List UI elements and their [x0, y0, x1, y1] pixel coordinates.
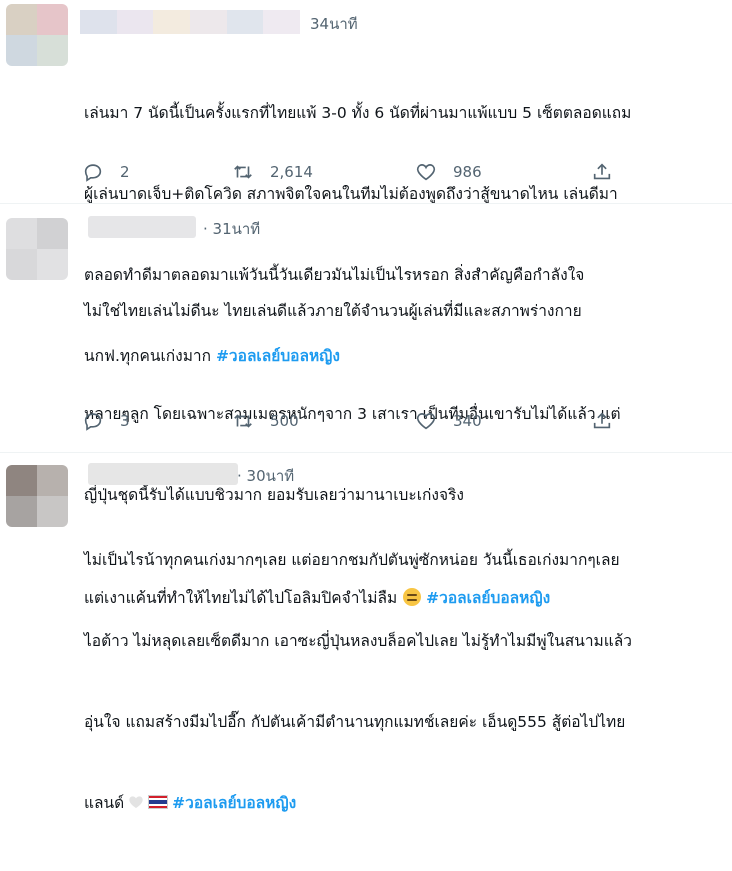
- tweet-timestamp[interactable]: · 31นาที: [203, 217, 260, 241]
- share-button[interactable]: [591, 161, 613, 183]
- tweet[interactable]: 34นาที เล่นมา 7 นัดนี้เป็นครั้งแรกที่ไทย…: [0, 0, 732, 365]
- retweet-button[interactable]: 500: [232, 410, 299, 432]
- tweet-line: อุ่นใจ แถมสร้างมีมไปอี๊ก กัปตันเค้ามีตำน…: [84, 713, 626, 731]
- thailand-flag-icon: [148, 795, 169, 809]
- user-name-blurred[interactable]: [80, 10, 301, 34]
- like-count: 986: [453, 163, 482, 181]
- white-heart-emoji-icon: [129, 796, 143, 808]
- like-button[interactable]: 986: [415, 161, 482, 183]
- tweet-line: ไม่เป็นไรน้าทุกคนเก่งมากๆเลย แต่อยากชมกั…: [84, 551, 620, 569]
- hashtag-link[interactable]: #วอลเลย์บอลหญิง: [172, 794, 296, 812]
- avatar[interactable]: [6, 465, 68, 527]
- heart-icon: [416, 164, 436, 181]
- like-button[interactable]: 340: [415, 410, 482, 432]
- tweet-line-text: แลนด์: [84, 794, 125, 812]
- tweet-line: เล่นมา 7 นัดนี้เป็นครั้งแรกที่ไทยแพ้ 3-0…: [84, 104, 632, 122]
- tweet-actions: 3 500 340: [82, 410, 622, 438]
- reply-icon: [84, 164, 102, 182]
- share-icon: [593, 412, 611, 429]
- reply-count: 2: [120, 163, 130, 181]
- like-count: 340: [453, 412, 482, 430]
- retweet-count: 2,614: [270, 163, 313, 181]
- heart-icon: [416, 413, 436, 430]
- tweet-timestamp[interactable]: · 30นาที: [237, 464, 294, 488]
- share-icon: [593, 163, 611, 180]
- retweet-icon: [234, 414, 252, 428]
- reply-button[interactable]: 3: [82, 410, 130, 432]
- tweet-line: แลนด์ #วอลเลย์บอลหญิง: [84, 790, 724, 817]
- tweet[interactable]: · 31นาที ไม่ใช่ไทยเล่นไม่ดีนะ ไทยเล่นดีแ…: [0, 204, 732, 607]
- tweet[interactable]: · 30นาที ไม่เป็นไรน้าทุกคนเก่งมากๆเลย แต…: [0, 453, 732, 812]
- reply-count: 3: [120, 412, 130, 430]
- avatar[interactable]: [6, 4, 68, 66]
- retweet-count: 500: [270, 412, 299, 430]
- retweet-icon: [234, 165, 252, 179]
- tweet-line: ไม่ใช่ไทยเล่นไม่ดีนะ ไทยเล่นดีแล้วภายใต้…: [84, 302, 582, 320]
- retweet-button[interactable]: 2,614: [232, 161, 313, 183]
- avatar[interactable]: [6, 218, 68, 280]
- tweet-timestamp[interactable]: 34นาที: [310, 12, 358, 36]
- reply-icon: [84, 413, 102, 431]
- tweet-line: ไอต้าว ไม่หลุดเลยเซ็ตดีมาก เอาซะญี่ปุ่นห…: [84, 632, 632, 650]
- tweet-actions: 2 2,614 986: [82, 161, 622, 189]
- tweet-text: ไม่เป็นไรน้าทุกคนเก่งมากๆเลย แต่อยากชมกั…: [84, 493, 724, 871]
- user-name-blurred[interactable]: [88, 216, 196, 238]
- reply-button[interactable]: 2: [82, 161, 130, 183]
- user-name-blurred[interactable]: [88, 463, 238, 485]
- share-button[interactable]: [591, 410, 613, 432]
